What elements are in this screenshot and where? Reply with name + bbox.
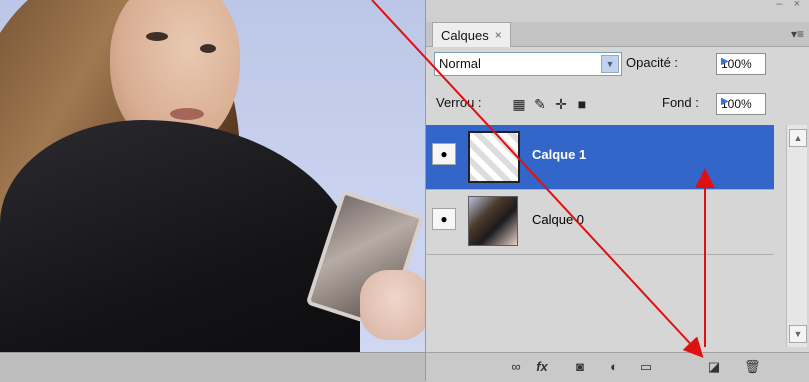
scroll-up-icon[interactable]: ▲	[789, 129, 807, 147]
trash-icon[interactable]: 🗑	[744, 359, 761, 375]
lock-row: Verrou : Fond : 100% ▶	[426, 89, 809, 119]
image-canvas[interactable]	[0, 0, 428, 352]
link-layers-icon[interactable]: ∞	[508, 359, 524, 375]
folder-icon[interactable]: ▭	[638, 359, 654, 375]
opacity-slider-arrow-icon[interactable]: ▶	[721, 56, 781, 67]
lock-pixels-icon[interactable]: ✎	[533, 97, 547, 111]
scroll-down-icon[interactable]: ▼	[789, 325, 807, 343]
blend-mode-value: Normal	[439, 56, 481, 71]
layers-scrollbar[interactable]: ▲ ▼	[786, 125, 807, 347]
layer-thumbnail	[468, 131, 520, 183]
layers-panel: – × Calques × ▾≡ Normal ▼ Opacité : 100%…	[425, 0, 809, 382]
photo-hand	[360, 270, 428, 340]
fill-label: Fond :	[662, 95, 699, 110]
new-layer-icon[interactable]: ◪	[706, 359, 722, 375]
photo-eye-left	[146, 32, 168, 41]
opacity-field[interactable]: 100% ▶	[716, 53, 766, 75]
layer-thumbnail	[468, 196, 518, 246]
canvas-status-bar	[0, 352, 425, 382]
eye-icon[interactable]: ●	[432, 143, 456, 165]
layer-row-calque-1[interactable]: ● Calque 1	[426, 125, 774, 190]
add-mask-icon[interactable]: ◙	[572, 359, 588, 375]
window-buttons[interactable]: – ×	[776, 0, 804, 10]
tab-label: Calques	[441, 27, 489, 43]
panel-title-bar: – ×	[426, 0, 809, 22]
close-icon[interactable]: ×	[495, 28, 502, 42]
blend-mode-select[interactable]: Normal ▼	[434, 52, 622, 76]
lock-label: Verrou :	[436, 95, 482, 110]
lock-transparency-icon[interactable]: ▦	[512, 97, 526, 111]
layer-name: Calque 0	[532, 212, 585, 227]
tab-calques[interactable]: Calques ×	[432, 22, 511, 47]
eye-icon[interactable]: ●	[432, 208, 456, 230]
panel-menu-icon[interactable]: ▾≡	[791, 27, 804, 41]
lock-position-icon[interactable]: ✛	[554, 97, 568, 111]
layers-bottom-bar: ∞ fx ◙ ◐ ▭ ◪ 🗑	[426, 352, 809, 382]
fx-icon[interactable]: fx	[534, 359, 550, 375]
lock-all-icon[interactable]: ■	[575, 97, 589, 111]
fill-slider-arrow-icon[interactable]: ▶	[721, 96, 781, 107]
adjustment-layer-icon[interactable]: ◐	[606, 359, 622, 375]
photo-body	[0, 120, 360, 352]
fill-field[interactable]: 100% ▶	[716, 93, 766, 115]
blend-row: Normal ▼ Opacité : 100% ▶	[426, 50, 809, 80]
photo-lips	[170, 108, 204, 120]
panel-tabstrip: Calques × ▾≡	[426, 22, 809, 47]
opacity-label: Opacité :	[626, 55, 679, 70]
layer-name: Calque 1	[532, 147, 587, 162]
chevron-down-icon[interactable]: ▼	[601, 55, 619, 73]
photo-eye-right	[200, 44, 216, 53]
layer-row-calque-0[interactable]: ● Calque 0	[426, 190, 774, 255]
